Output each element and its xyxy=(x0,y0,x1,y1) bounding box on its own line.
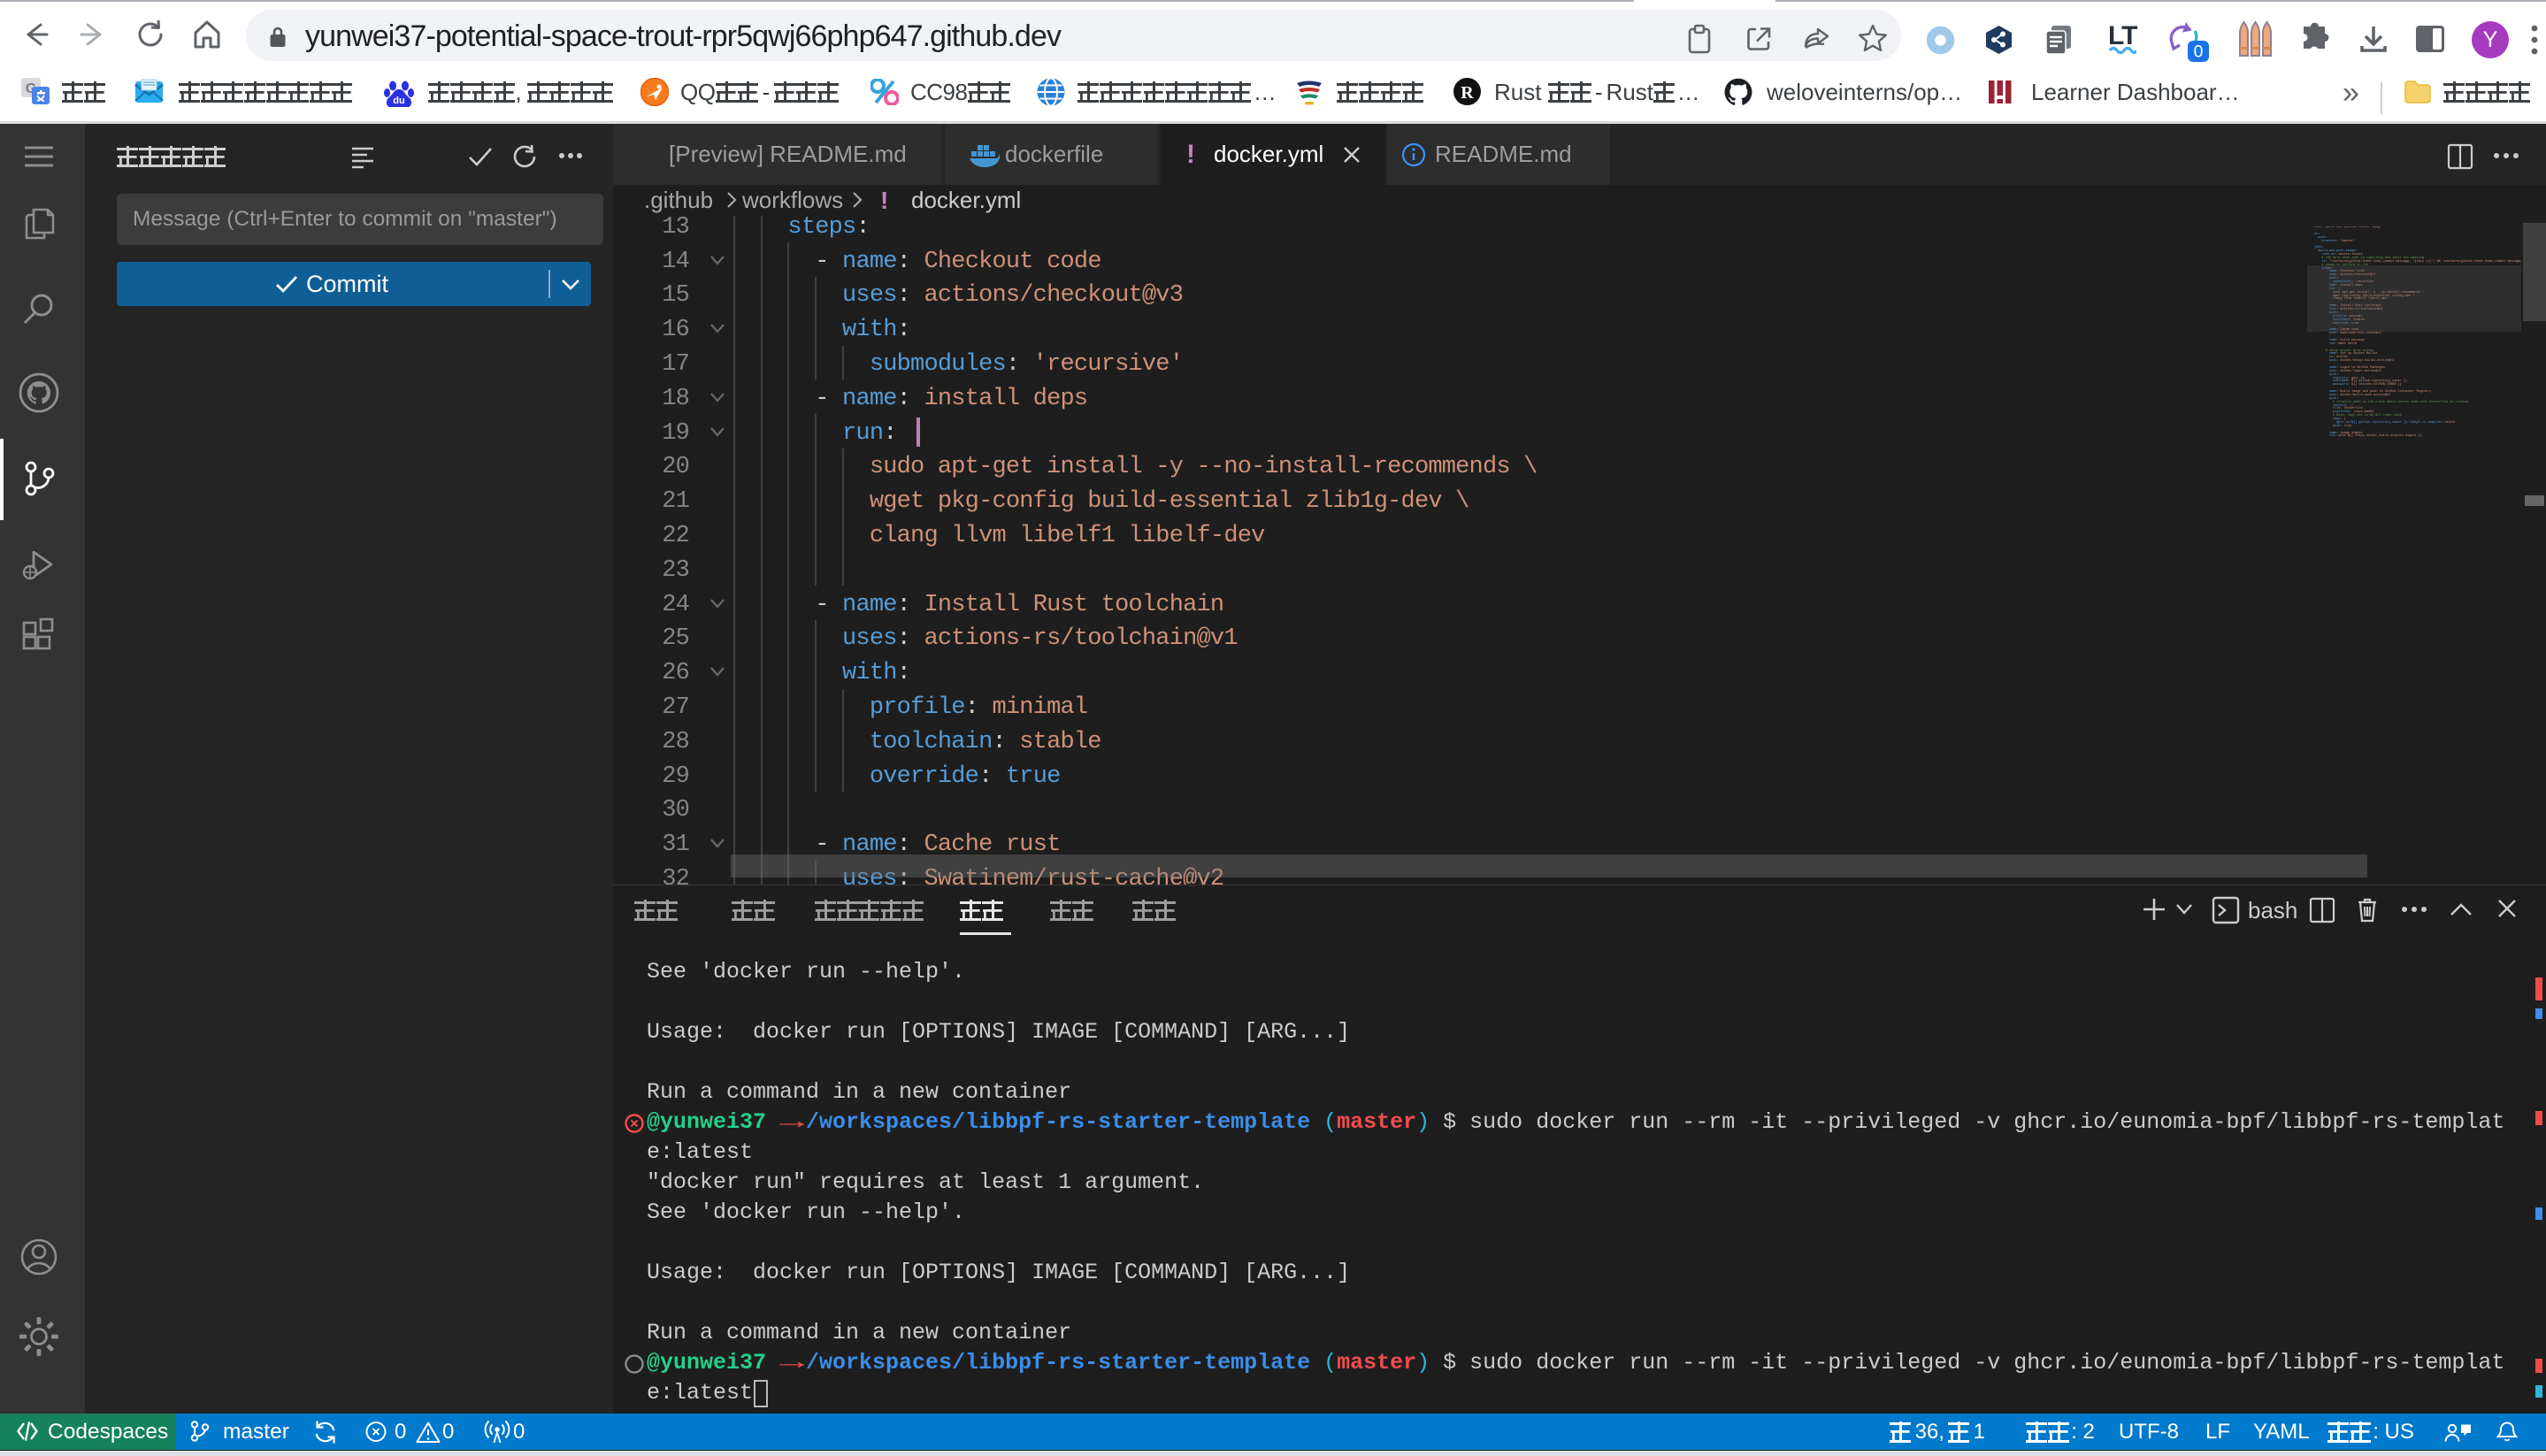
svg-text:R: R xyxy=(1461,83,1474,103)
svg-text:0: 0 xyxy=(2194,42,2204,62)
svg-text:du: du xyxy=(393,96,404,106)
